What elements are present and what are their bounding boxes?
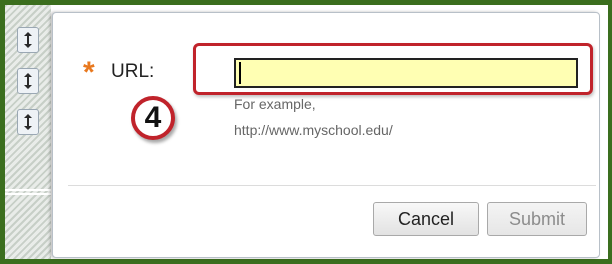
resize-vertical-icon[interactable] <box>17 68 39 94</box>
form-divider <box>68 185 596 186</box>
url-hint-line1: For example, <box>234 96 316 112</box>
text-cursor <box>239 62 241 84</box>
required-star-icon: * <box>83 56 95 89</box>
submit-button[interactable]: Submit <box>487 202 587 236</box>
url-field-label: URL: <box>111 61 155 82</box>
url-hint-example: http://www.myschool.edu/ <box>234 122 393 138</box>
url-input[interactable] <box>234 58 578 88</box>
panel-separator <box>5 189 51 195</box>
cancel-button[interactable]: Cancel <box>373 202 479 236</box>
resize-vertical-icon[interactable] <box>17 109 39 135</box>
step-number-badge: 4 <box>131 96 175 140</box>
resize-vertical-icon[interactable] <box>17 27 39 53</box>
left-panel-strip <box>5 5 51 259</box>
